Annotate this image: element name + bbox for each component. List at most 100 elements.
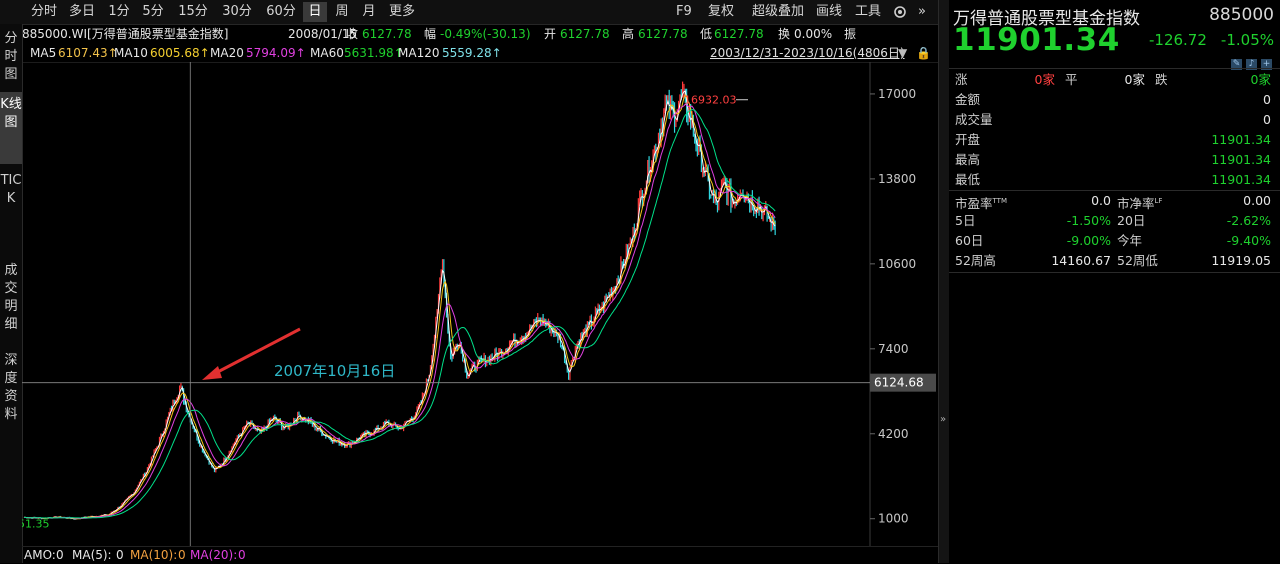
- ma20-value: 5794.09↑: [246, 46, 306, 60]
- lock-icon[interactable]: 🔒: [916, 44, 931, 62]
- f9-button[interactable]: F9: [676, 2, 692, 22]
- period-30min[interactable]: 30分: [218, 2, 256, 22]
- down-count: 0家: [1250, 72, 1271, 87]
- y-tick-label: 13800: [878, 172, 916, 186]
- stat-row: 金额 0: [955, 90, 1271, 110]
- low-label: 低: [700, 27, 713, 41]
- d5-value: -1.50%: [1066, 213, 1111, 228]
- overlay-button[interactable]: 超级叠加: [752, 2, 804, 22]
- ma20-line: [24, 103, 776, 520]
- vol-ma10-label: MA(10):: [130, 548, 178, 562]
- gear-icon[interactable]: [892, 2, 908, 22]
- vol-ma20-label: MA(20):: [190, 548, 238, 562]
- date-range-selector[interactable]: 2003/12/31-2023/10/16(4806日): [710, 44, 905, 62]
- period-60min[interactable]: 60分: [262, 2, 300, 22]
- tab-depth-data[interactable]: 深度资料: [0, 350, 22, 432]
- period-week[interactable]: 周: [330, 2, 354, 22]
- tab-intraday-chart[interactable]: 分时图: [0, 28, 22, 90]
- range-dropdown-icon[interactable]: ▼: [898, 44, 907, 62]
- tab-kline-chart[interactable]: K线图: [0, 92, 22, 164]
- ma-legend-bar: MA5 6107.43↑ MA10 6005.68↑ MA20 5794.09↑…: [22, 44, 938, 63]
- stat-row: 最低 11901.34: [955, 170, 1271, 190]
- y-tick-label: 4200: [878, 427, 909, 441]
- d5-label: 5日: [955, 213, 976, 228]
- arrow-head: [202, 366, 222, 380]
- high-label: 高: [622, 27, 635, 41]
- toolbar: 分时 多日 1分 5分 15分 30分 60分 日 周 月 更多 F9 复权 超…: [0, 0, 938, 25]
- price-change-pct: -1.05%: [1220, 31, 1274, 49]
- period-intraday[interactable]: 分时: [26, 2, 62, 22]
- amo-label: AMO:: [24, 548, 56, 562]
- d20-value: -2.62%: [1226, 213, 1271, 228]
- y-tick-label: 17000: [878, 87, 916, 101]
- tab-tick[interactable]: TICK: [0, 170, 22, 262]
- collapse-arrow-icon[interactable]: »: [940, 414, 946, 425]
- ma5-label: MA5: [30, 46, 57, 60]
- vol-ma20-value: 0: [238, 548, 246, 562]
- period-15min[interactable]: 15分: [174, 2, 212, 22]
- stat-row: 最高 11901.34: [955, 150, 1271, 170]
- kline-chart[interactable]: 170001380010600740042001000 2007年10月16日 …: [22, 62, 938, 546]
- market-breadth-row: 涨 0家 平 0家 跌 0家: [955, 70, 1271, 90]
- y-tick-label: 7400: [878, 342, 909, 356]
- index-code: 885000: [1209, 5, 1274, 25]
- up-count: 0家: [1034, 72, 1055, 87]
- expand-right-icon[interactable]: »: [918, 2, 926, 22]
- ohlc-info-bar: 885000.WI[万得普通股票型基金指数] 2008/01/15 收 6127…: [22, 24, 938, 44]
- adjust-button[interactable]: 复权: [708, 2, 734, 22]
- up-count-label: 涨: [955, 72, 968, 87]
- tab-trade-detail[interactable]: 成交明细: [0, 260, 22, 342]
- period-day[interactable]: 日: [303, 2, 327, 22]
- ma120-value: 5559.28↑: [442, 46, 502, 60]
- amo-value: 0: [56, 548, 64, 562]
- volume-indicator-bar: AMO: 0 MA(5): 0 MA(10): 0 MA(20): 0: [22, 546, 938, 564]
- ma10-line: [24, 94, 776, 520]
- period-month[interactable]: 月: [357, 2, 381, 22]
- side-tabs: 分时图 K线图 TICK 成交明细 深度资料: [0, 24, 23, 563]
- pe-label: 市盈率: [955, 196, 993, 212]
- period-multiday[interactable]: 多日: [64, 2, 100, 22]
- week52-high-label: 52周高: [955, 253, 996, 268]
- ma20-label: MA20: [210, 46, 244, 60]
- period-5min[interactable]: 5分: [138, 2, 168, 22]
- draw-button[interactable]: 画线: [816, 2, 842, 22]
- period-more[interactable]: 更多: [386, 2, 418, 22]
- high-price-value: 11901.34: [1211, 152, 1271, 167]
- change-value: -0.49%(-30.13): [440, 27, 531, 41]
- period-1min[interactable]: 1分: [104, 2, 134, 22]
- y-tick-label: 1000: [878, 512, 909, 526]
- week52-row: 52周高 14160.67 52周低 11919.05: [955, 251, 1271, 271]
- high-price-label: 最高: [955, 152, 981, 167]
- high-value: 6127.78: [638, 27, 688, 41]
- open-price-label: 开盘: [955, 132, 981, 147]
- ma120-label: MA120: [398, 46, 440, 60]
- open-price-value: 11901.34: [1211, 132, 1271, 147]
- crosshair-price-label: 6124.68: [874, 376, 924, 390]
- valuation-row: 市盈率TTM 0.0 市净率LF 0.00: [955, 191, 1271, 211]
- price-series: [23, 81, 776, 520]
- ytd-label: 今年: [1117, 233, 1143, 248]
- week52-low-value: 11919.05: [1211, 253, 1271, 268]
- date-annotation: 2007年10月16日: [274, 362, 395, 380]
- quote-panel: 万得普通股票型基金指数 885000 11901.34 -126.72 -1.0…: [949, 0, 1280, 563]
- change-label: 幅: [424, 27, 437, 41]
- price-change: -126.72: [1149, 31, 1207, 49]
- ytd-value: -9.40%: [1226, 233, 1271, 248]
- performance-row: 5日 -1.50% 20日 -2.62%: [955, 211, 1271, 231]
- d20-label: 20日: [1117, 213, 1146, 228]
- panel-icons: ✎ ♪ +: [1227, 55, 1272, 70]
- y-tick-label: 10600: [878, 257, 916, 271]
- performance-row: 60日 -9.00% 今年 -9.40%: [955, 231, 1271, 251]
- d60-label: 60日: [955, 233, 984, 248]
- close-value: 6127.78: [362, 27, 412, 41]
- y-axis: 17000 13800 10600 7400 4200 1000: [870, 87, 916, 526]
- volume-label: 成交量: [955, 112, 993, 127]
- close-label: 收: [346, 27, 359, 41]
- max-price-label: 16932.03: [684, 94, 737, 107]
- flat-count-label: 平: [1065, 72, 1078, 87]
- week52-low-label: 52周低: [1117, 253, 1158, 268]
- security-label: 885000.WI[万得普通股票型基金指数]: [22, 27, 229, 41]
- ma5-value: 6107.43↑: [58, 46, 118, 60]
- tools-button[interactable]: 工具: [855, 2, 881, 22]
- down-count-label: 跌: [1155, 72, 1168, 87]
